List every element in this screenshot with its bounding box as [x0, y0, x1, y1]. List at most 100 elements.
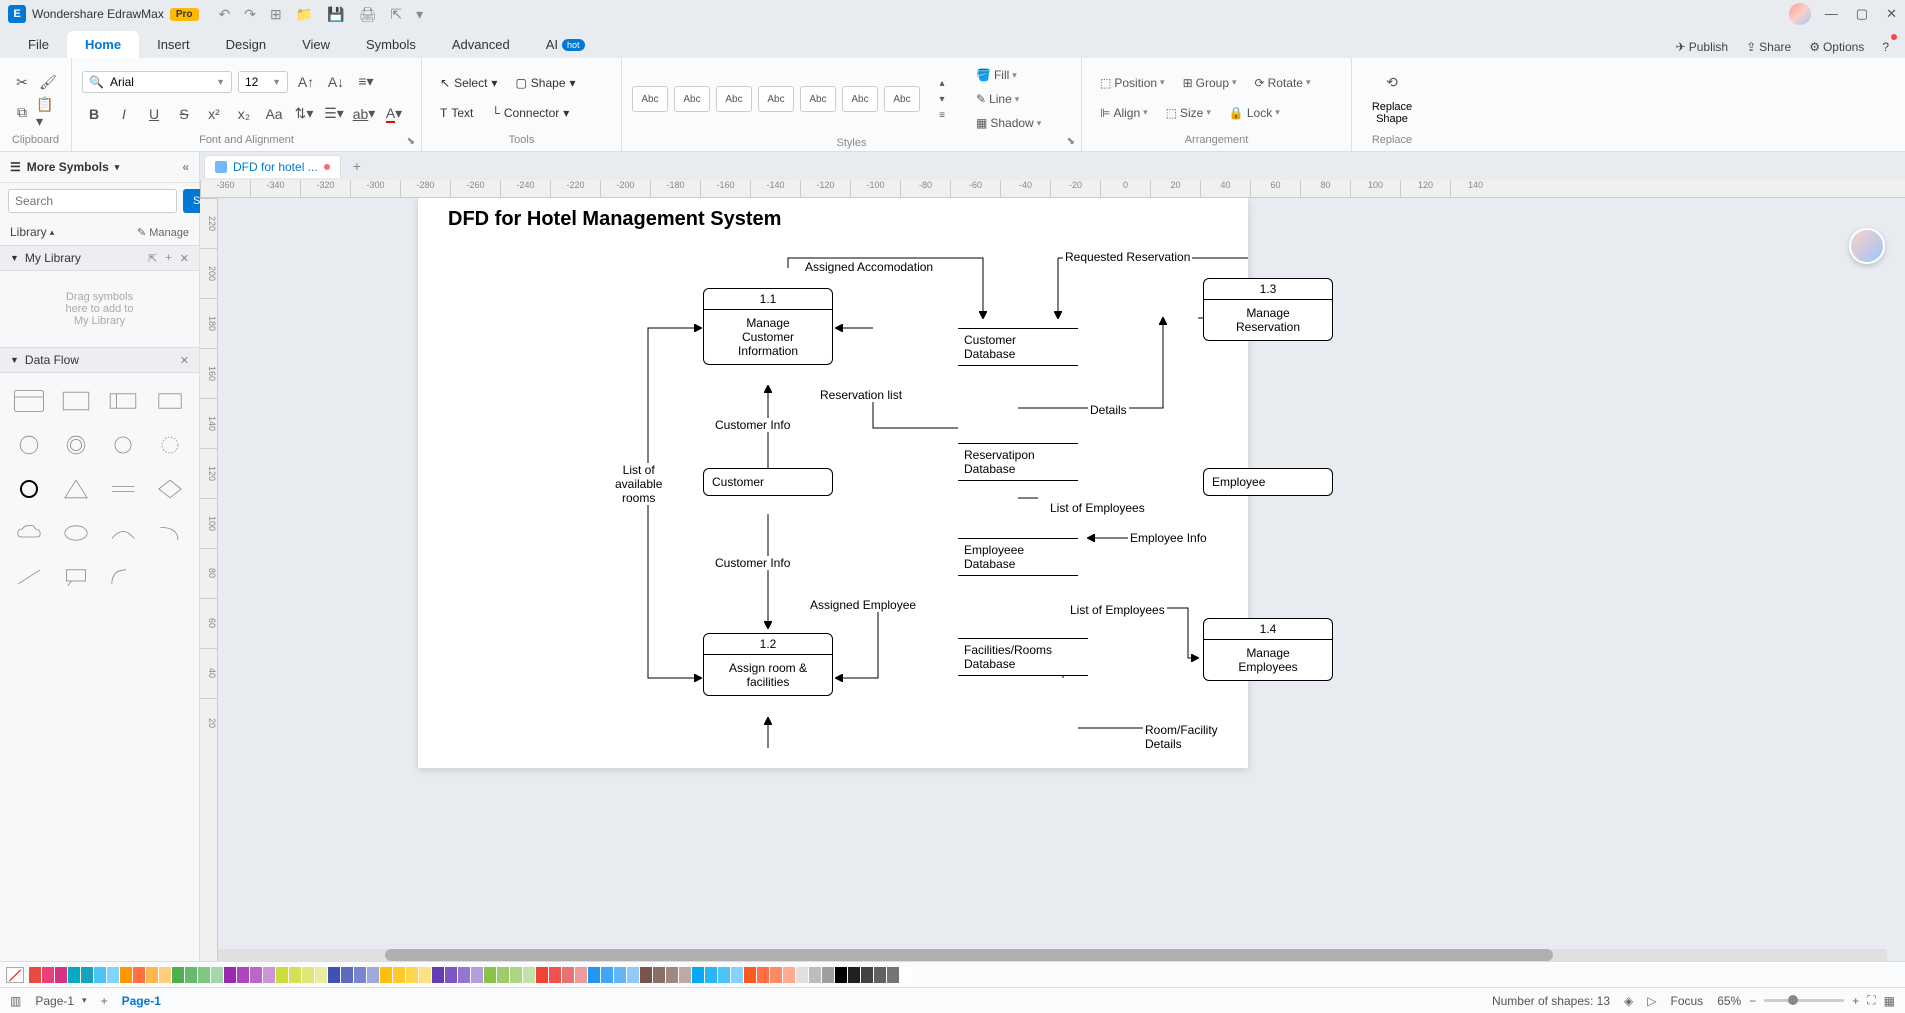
focus-button[interactable]: Focus — [1671, 994, 1704, 1008]
color-swatch[interactable] — [185, 967, 197, 983]
datastore-employee[interactable]: Employeee Database — [958, 538, 1078, 576]
canvas[interactable]: DFD for Hotel Management System — [218, 198, 1905, 961]
color-swatch[interactable] — [224, 967, 236, 983]
color-swatch[interactable] — [588, 967, 600, 983]
color-swatch[interactable] — [55, 967, 67, 983]
process-1-1[interactable]: 1.1 Manage Customer Information — [703, 288, 833, 365]
tab-symbols[interactable]: Symbols — [348, 31, 434, 58]
color-swatch[interactable] — [81, 967, 93, 983]
color-swatch[interactable] — [172, 967, 184, 983]
style-chip-2[interactable]: Abc — [674, 86, 710, 112]
export-icon[interactable]: ⇱ — [390, 6, 402, 23]
minimize-icon[interactable]: — — [1825, 6, 1838, 22]
entity-employee[interactable]: Employee — [1203, 468, 1333, 496]
my-library-header[interactable]: ▼My Library ⇱+✕ — [0, 245, 199, 271]
fullscreen-icon[interactable]: ▦ — [1884, 994, 1895, 1008]
dataflow-header[interactable]: ▼Data Flow ✕ — [0, 347, 199, 373]
color-swatch[interactable] — [263, 967, 275, 983]
replace-shape-label[interactable]: Replace Shape — [1372, 101, 1412, 125]
color-swatch[interactable] — [380, 967, 392, 983]
color-swatch[interactable] — [510, 967, 522, 983]
tab-ai[interactable]: AIhot — [528, 31, 603, 58]
open-icon[interactable]: 📁 — [296, 6, 313, 23]
grow-font-icon[interactable]: A↑ — [294, 70, 318, 94]
size-menu[interactable]: ⬚Size▾ — [1158, 102, 1219, 124]
fit-page-icon[interactable]: ⛶ — [1867, 993, 1875, 1008]
paste-icon[interactable]: 📋▾ — [36, 101, 60, 125]
color-swatch[interactable] — [497, 967, 509, 983]
color-swatch[interactable] — [107, 967, 119, 983]
color-swatch[interactable] — [744, 967, 756, 983]
color-swatch[interactable] — [822, 967, 834, 983]
color-swatch[interactable] — [94, 967, 106, 983]
color-swatch[interactable] — [445, 967, 457, 983]
style-chip-7[interactable]: Abc — [884, 86, 920, 112]
process-1-3[interactable]: 1.3 Manage Reservation — [1203, 278, 1333, 341]
page-selector[interactable]: Page-1▾ — [35, 994, 86, 1008]
color-swatch[interactable] — [536, 967, 548, 983]
new-icon[interactable]: ⊞ — [270, 6, 282, 23]
style-up-icon[interactable]: ▴ — [930, 76, 954, 90]
shape-ellipse[interactable] — [57, 515, 96, 551]
ai-assistant-button[interactable] — [1849, 228, 1885, 264]
share-button[interactable]: ⇪Share — [1740, 36, 1797, 58]
bullets-icon[interactable]: ☰▾ — [322, 102, 346, 126]
process-1-4[interactable]: 1.4 Manage Employees — [1203, 618, 1333, 681]
shape-circle4[interactable] — [150, 427, 189, 463]
page-tab-1[interactable]: Page-1 — [122, 994, 161, 1008]
undo-icon[interactable]: ↶ — [219, 6, 231, 23]
color-swatch[interactable] — [68, 967, 80, 983]
connector-tool[interactable]: └Connector▾ — [483, 102, 577, 124]
position-menu[interactable]: ⬚Position▾ — [1092, 72, 1173, 94]
case-icon[interactable]: Aa — [262, 102, 286, 126]
lib-close-icon[interactable]: ✕ — [180, 252, 189, 265]
tab-insert[interactable]: Insert — [139, 31, 208, 58]
library-dropzone[interactable]: Drag symbols here to add to My Library — [0, 271, 199, 347]
color-swatch[interactable] — [523, 967, 535, 983]
tab-design[interactable]: Design — [208, 31, 284, 58]
shrink-font-icon[interactable]: A↓ — [324, 70, 348, 94]
highlight-icon[interactable]: ab▾ — [352, 102, 376, 126]
color-swatch[interactable] — [484, 967, 496, 983]
page-layout-icon[interactable]: ▥ — [10, 994, 21, 1008]
manage-library-button[interactable]: ✎ Manage — [137, 226, 189, 239]
no-fill-swatch[interactable] — [6, 967, 24, 983]
shape-circle[interactable] — [10, 427, 49, 463]
tab-home[interactable]: Home — [67, 31, 139, 58]
datastore-facilities[interactable]: Facilities/Rooms Database — [958, 638, 1088, 676]
publish-button[interactable]: ✈Publish — [1670, 36, 1734, 58]
select-tool[interactable]: ↖Select▾ — [432, 72, 505, 94]
help-button[interactable]: ? — [1876, 36, 1895, 58]
shape-tool[interactable]: ▢Shape▾ — [507, 72, 583, 94]
color-swatch[interactable] — [601, 967, 613, 983]
font-launcher-icon[interactable]: ⬊ — [407, 136, 415, 147]
datastore-reservation[interactable]: Reservatipon Database — [958, 443, 1078, 481]
color-swatch[interactable] — [874, 967, 886, 983]
color-swatch[interactable] — [900, 967, 912, 983]
color-swatch[interactable] — [835, 967, 847, 983]
color-swatch[interactable] — [419, 967, 431, 983]
color-swatch[interactable] — [705, 967, 717, 983]
color-swatch[interactable] — [549, 967, 561, 983]
color-swatch[interactable] — [471, 967, 483, 983]
color-swatch[interactable] — [757, 967, 769, 983]
color-swatch[interactable] — [575, 967, 587, 983]
color-swatch[interactable] — [640, 967, 652, 983]
tab-file[interactable]: File — [10, 31, 67, 58]
shape-circle3[interactable] — [104, 427, 143, 463]
color-swatch[interactable] — [653, 967, 665, 983]
color-swatch[interactable] — [731, 967, 743, 983]
shape-rect2[interactable] — [150, 383, 189, 419]
copy-icon[interactable]: ⧉ — [10, 101, 34, 125]
color-swatch[interactable] — [458, 967, 470, 983]
color-swatch[interactable] — [354, 967, 366, 983]
align-menu[interactable]: ⊫Align▾ — [1092, 102, 1156, 124]
zoom-slider[interactable] — [1764, 999, 1844, 1002]
color-swatch[interactable] — [809, 967, 821, 983]
color-swatch[interactable] — [562, 967, 574, 983]
font-color-icon[interactable]: A▾ — [382, 102, 406, 126]
layers-icon[interactable]: ◈ — [1624, 994, 1633, 1008]
maximize-icon[interactable]: ▢ — [1856, 6, 1868, 22]
color-swatch[interactable] — [237, 967, 249, 983]
italic-icon[interactable]: I — [112, 102, 136, 126]
